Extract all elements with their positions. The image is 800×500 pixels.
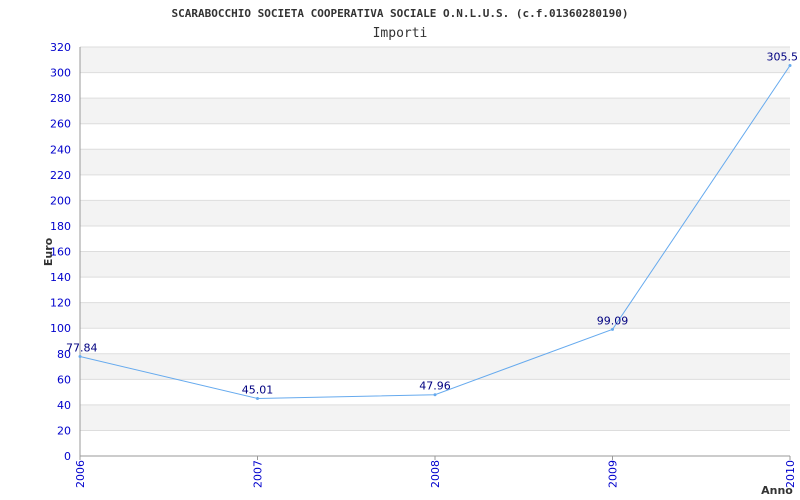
y-tick-label: 220 xyxy=(50,169,71,182)
chart-title: SCARABOCCHIO SOCIETA COOPERATIVA SOCIALE… xyxy=(172,7,629,20)
grid-band xyxy=(80,98,790,124)
data-point xyxy=(611,327,614,331)
y-tick-label: 0 xyxy=(64,450,71,463)
x-tick-label: 2006 xyxy=(74,460,87,488)
line-chart: 0204060801001201401601802002202402602803… xyxy=(42,7,799,497)
y-axis-label: Euro xyxy=(42,237,55,266)
data-point xyxy=(433,393,437,397)
grid-band xyxy=(80,149,790,175)
y-tick-label: 100 xyxy=(50,322,71,335)
y-tick-label: 60 xyxy=(57,373,71,386)
data-point xyxy=(78,355,82,359)
data-label: 77.84 xyxy=(66,342,98,355)
y-tick-label: 40 xyxy=(57,399,71,412)
y-tick-label: 200 xyxy=(50,194,71,207)
grid-band xyxy=(80,353,790,380)
data-label: 47.96 xyxy=(419,380,451,393)
y-tick-label: 300 xyxy=(50,67,71,80)
grid-band xyxy=(80,200,790,226)
y-tick-label: 180 xyxy=(50,220,71,233)
grid-band xyxy=(80,47,790,73)
x-tick-label: 2007 xyxy=(252,460,265,488)
data-label: 305.5 xyxy=(767,51,799,64)
x-tick-labels: 2006 2007 2008 2009 2010 xyxy=(74,456,797,488)
y-tick-label: 120 xyxy=(50,297,71,310)
y-tick-label: 260 xyxy=(50,118,71,131)
data-label: 99.09 xyxy=(597,314,629,327)
grid-band xyxy=(80,404,790,431)
y-tick-label: 320 xyxy=(50,41,71,54)
data-point xyxy=(256,396,259,400)
grid-band xyxy=(80,251,790,278)
x-axis-label: Anno xyxy=(761,484,793,497)
data-label: 45.01 xyxy=(242,383,274,396)
x-tick-label: 2009 xyxy=(607,460,620,488)
data-point xyxy=(788,64,792,68)
x-tick-label: 2008 xyxy=(429,460,442,488)
y-tick-label: 20 xyxy=(57,424,71,437)
y-tick-label: 280 xyxy=(50,92,71,105)
grid-bands xyxy=(80,47,790,431)
chart-subtitle: Importi xyxy=(373,26,428,41)
y-tick-label: 240 xyxy=(50,143,71,156)
y-tick-label: 140 xyxy=(50,271,71,284)
grid-band xyxy=(80,302,790,329)
